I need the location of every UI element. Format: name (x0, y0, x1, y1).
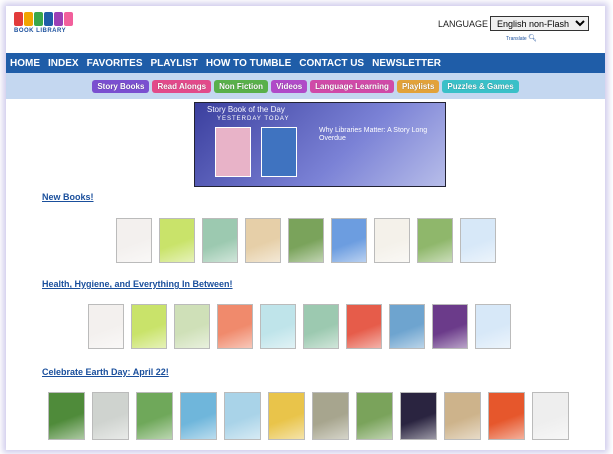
nav-contact-us[interactable]: CONTACT US (295, 58, 368, 69)
book-row-new-books (116, 218, 496, 263)
section-title-health[interactable]: Health, Hygiene, and Everything In Betwe… (42, 279, 233, 289)
category-playlists[interactable]: Playlists (396, 79, 440, 93)
book-cover[interactable] (303, 304, 339, 349)
translate-text: Translate (506, 36, 527, 42)
section-title-new-books[interactable]: New Books! (42, 192, 94, 202)
category-videos[interactable]: Videos (271, 79, 308, 93)
book-cover[interactable] (48, 392, 85, 440)
book-cover[interactable] (400, 392, 437, 440)
logo-blocks (14, 12, 80, 26)
logo-block (14, 12, 23, 26)
book-cover[interactable] (288, 218, 324, 263)
book-cover[interactable] (217, 304, 253, 349)
logo-block (24, 12, 33, 26)
book-cover[interactable] (268, 392, 305, 440)
translate-link[interactable]: Translate 🔍︎ (506, 34, 537, 42)
book-cover[interactable] (475, 304, 511, 349)
logo-block (64, 12, 73, 26)
yesterday-book-cover[interactable] (215, 127, 251, 177)
header: BOOK LIBRARY LANGUAGE English non-Flash … (6, 6, 605, 50)
book-row-earth-day (48, 392, 569, 440)
book-cover[interactable] (460, 218, 496, 263)
book-cover[interactable] (488, 392, 525, 440)
book-cover[interactable] (331, 218, 367, 263)
book-cover[interactable] (174, 304, 210, 349)
book-cover[interactable] (88, 304, 124, 349)
book-cover[interactable] (432, 304, 468, 349)
book-cover[interactable] (92, 392, 129, 440)
book-cover[interactable] (202, 218, 238, 263)
book-cover[interactable] (417, 218, 453, 263)
language-selector: LANGUAGE English non-Flash (438, 16, 589, 31)
page-frame: BOOK LIBRARY LANGUAGE English non-Flash … (6, 6, 605, 450)
nav-newsletter[interactable]: NEWSLETTER (368, 58, 445, 69)
nav-playlist[interactable]: PLAYLIST (147, 58, 202, 69)
today-book-cover[interactable] (261, 127, 297, 177)
nav-favorites[interactable]: FAVORITES (83, 58, 147, 69)
site-logo[interactable]: BOOK LIBRARY (14, 12, 80, 46)
book-cover[interactable] (159, 218, 195, 263)
category-puzzles-games[interactable]: Puzzles & Games (442, 79, 519, 93)
main-nav: HOME INDEX FAVORITES PLAYLIST HOW TO TUM… (6, 53, 605, 73)
book-cover[interactable] (389, 304, 425, 349)
search-icon: 🔍︎ (528, 35, 537, 42)
story-of-the-day-banner[interactable]: Story Book of the Day YESTERDAY TODAY Wh… (194, 102, 446, 187)
nav-how-to-tumble[interactable]: HOW TO TUMBLE (202, 58, 295, 69)
category-bar: Story Books Read Alongs Non Fiction Vide… (6, 73, 605, 99)
banner-title: Story Book of the Day (207, 105, 285, 114)
book-cover[interactable] (131, 304, 167, 349)
book-cover[interactable] (260, 304, 296, 349)
book-cover[interactable] (444, 392, 481, 440)
category-non-fiction[interactable]: Non Fiction (214, 79, 269, 93)
logo-block (34, 12, 43, 26)
book-cover[interactable] (224, 392, 261, 440)
featured-book-title: Why Libraries Matter: A Story Long Overd… (319, 127, 428, 142)
category-read-alongs[interactable]: Read Alongs (152, 79, 212, 93)
book-cover[interactable] (356, 392, 393, 440)
book-cover[interactable] (374, 218, 410, 263)
book-cover[interactable] (312, 392, 349, 440)
category-language-learning[interactable]: Language Learning (310, 79, 394, 93)
banner-subtitle: YESTERDAY TODAY (217, 116, 290, 122)
nav-index[interactable]: INDEX (44, 58, 83, 69)
language-dropdown[interactable]: English non-Flash (490, 16, 589, 31)
book-row-health (88, 304, 511, 349)
category-story-books[interactable]: Story Books (92, 79, 150, 93)
book-cover[interactable] (346, 304, 382, 349)
language-label: LANGUAGE (437, 18, 488, 29)
logo-caption: BOOK LIBRARY (14, 28, 67, 34)
book-cover[interactable] (180, 392, 217, 440)
logo-block (54, 12, 63, 26)
logo-block (44, 12, 53, 26)
book-cover[interactable] (116, 218, 152, 263)
book-cover[interactable] (532, 392, 569, 440)
book-cover[interactable] (136, 392, 173, 440)
nav-home[interactable]: HOME (6, 58, 44, 69)
section-title-earth-day[interactable]: Celebrate Earth Day: April 22! (42, 367, 169, 377)
book-cover[interactable] (245, 218, 281, 263)
